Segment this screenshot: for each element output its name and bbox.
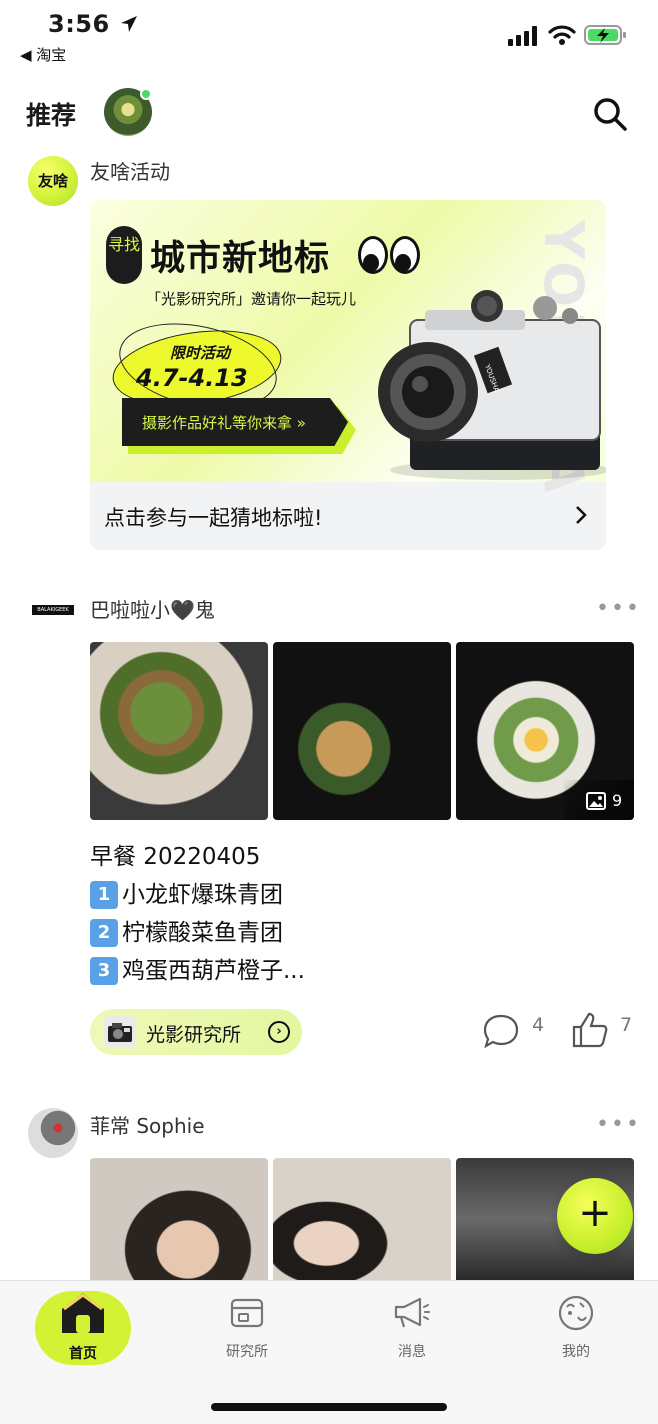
signal-icon <box>508 26 537 46</box>
tab-home[interactable]: 首页 <box>23 1281 143 1381</box>
post1-avatar[interactable]: BALAKIGEEK <box>28 585 78 635</box>
battery-charging-icon <box>584 25 626 45</box>
activity-link-text[interactable]: 点击参与一起猜地标啦! <box>104 502 322 532</box>
activity-avatar-text: 友啥 <box>37 172 68 190</box>
camera-thumb-icon <box>104 1016 136 1048</box>
post1-topic-tag[interactable]: 光影研究所 › <box>90 1009 302 1055</box>
banner-seek-badge: 寻找 <box>106 226 142 284</box>
post1-photo-3[interactable]: 9 <box>456 642 634 820</box>
post1-line-4[interactable]: 3 鸡蛋西葫芦橙子... <box>90 952 305 990</box>
tab-profile[interactable]: 我的 <box>516 1281 636 1381</box>
chevron-right-icon[interactable] <box>574 504 588 532</box>
post1-more-button[interactable]: ••• <box>596 596 641 621</box>
thumbs-up-icon <box>572 1012 608 1048</box>
home-icon <box>62 1293 104 1333</box>
megaphone-icon <box>394 1297 430 1328</box>
search-button[interactable] <box>590 94 630 134</box>
create-post-button[interactable]: + <box>557 1178 633 1254</box>
post1-line-1: 早餐 20220405 <box>90 844 261 870</box>
comment-count: 4 <box>532 1014 545 1036</box>
comment-icon <box>483 1014 519 1049</box>
post2-photo-1[interactable] <box>90 1158 268 1280</box>
camera-image: YOUSHA <box>378 290 606 480</box>
number-2-icon: 2 <box>90 919 118 947</box>
system-icons <box>508 24 628 48</box>
limited-time-label: 限时活动 <box>170 344 231 362</box>
eye-left-icon <box>358 236 388 274</box>
tab-institute-label: 研究所 <box>226 1344 268 1360</box>
home-indicator <box>211 1403 447 1411</box>
feed-header: 推荐 <box>0 82 658 146</box>
post2-username[interactable]: 菲常 Sophie <box>90 1110 205 1139</box>
post1-photo-1[interactable] <box>90 642 268 820</box>
tab-messages-label: 消息 <box>398 1344 426 1360</box>
activity-avatar[interactable]: 友啥 <box>28 156 78 206</box>
tab-profile-label: 我的 <box>562 1344 590 1360</box>
activity-dates: 4.7-4.13 <box>136 364 248 392</box>
activity-banner-image[interactable]: YOUSHA 寻找 城市新地标 「光影研究所」邀请你一起玩儿 限时活动 4.7-… <box>90 200 606 497</box>
post1-avatar-logo: BALAKIGEEK <box>32 605 74 615</box>
back-to-app-link[interactable]: ◀ 淘宝 <box>20 44 66 65</box>
activity-name[interactable]: 友啥活动 <box>90 156 170 185</box>
number-3-icon: 3 <box>90 957 118 985</box>
banner-subtitle: 「光影研究所」邀请你一起玩儿 <box>146 290 357 308</box>
profile-face-icon <box>558 1295 594 1331</box>
location-arrow-icon <box>120 16 137 32</box>
post1-line-2: 1 小龙虾爆珠青团 <box>90 876 283 914</box>
like-count: 7 <box>620 1014 633 1036</box>
post1-photo-2[interactable] <box>273 642 451 820</box>
image-stack-icon <box>586 792 606 810</box>
online-status-dot <box>140 88 152 100</box>
banner-title: 城市新地标 <box>150 239 331 279</box>
banner-cta[interactable]: 摄影作品好礼等你来拿 » <box>122 398 348 446</box>
search-icon <box>594 98 627 131</box>
post1-username[interactable]: 巴啦啦小🖤鬼 <box>90 594 215 623</box>
wifi-icon <box>548 25 576 45</box>
post1-line-3: 2 柠檬酸菜鱼青团 <box>90 914 283 952</box>
post2-avatar[interactable] <box>28 1108 78 1158</box>
page-title: 推荐 <box>26 101 77 130</box>
image-count-overlay: 9 <box>564 780 634 820</box>
circle-arrow-right-icon: › <box>268 1021 290 1043</box>
status-time: 3:56 <box>48 10 139 38</box>
eye-right-icon <box>390 236 420 274</box>
tab-institute[interactable]: 研究所 <box>187 1281 307 1381</box>
post2-more-button[interactable]: ••• <box>596 1112 641 1137</box>
activity-banner-card[interactable]: YOUSHA 寻找 城市新地标 「光影研究所」邀请你一起玩儿 限时活动 4.7-… <box>90 200 606 550</box>
tab-messages[interactable]: 消息 <box>352 1281 472 1381</box>
tab-home-label: 首页 <box>69 1346 97 1362</box>
image-count: 9 <box>612 791 623 810</box>
number-1-icon: 1 <box>90 881 118 909</box>
topic-tag-label: 光影研究所 <box>146 1024 242 1046</box>
institute-icon <box>230 1298 264 1328</box>
post2-photo-2[interactable] <box>273 1158 451 1280</box>
status-bar: 3:56 ◀ 淘宝 <box>0 0 658 70</box>
